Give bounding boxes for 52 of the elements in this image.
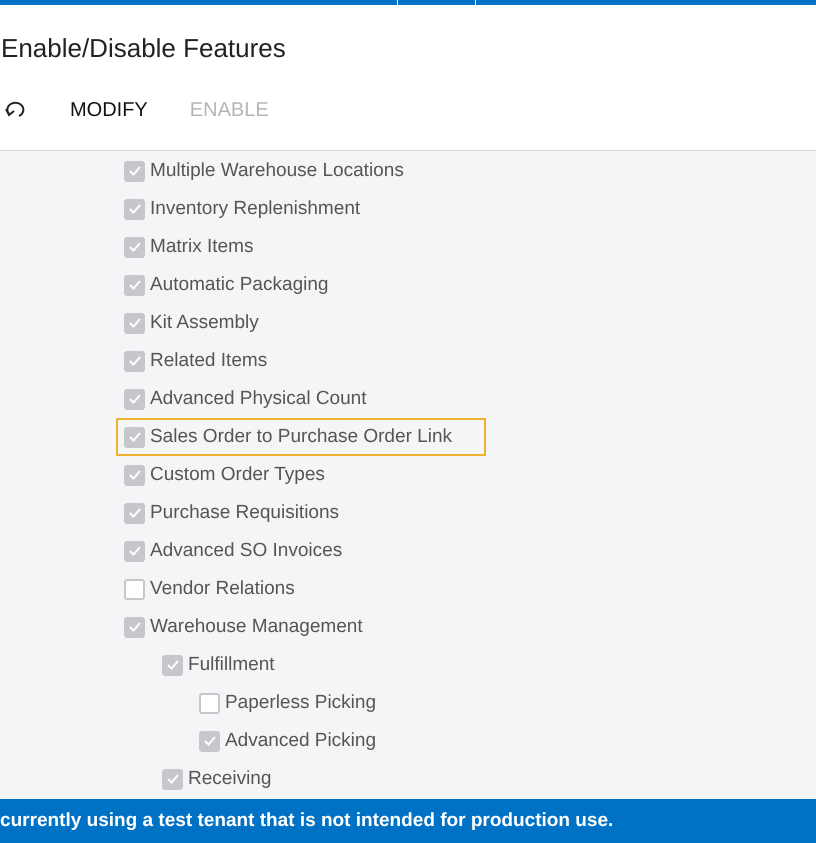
check-icon: [128, 545, 142, 557]
checkbox[interactable]: [124, 274, 145, 296]
checkbox[interactable]: [124, 350, 145, 372]
check-icon: [128, 279, 142, 291]
feature-label: Receiving: [188, 766, 272, 791]
check-icon: [128, 469, 142, 481]
check-icon: [128, 165, 142, 177]
feature-label: Advanced SO Invoices: [150, 538, 342, 563]
check-icon: [202, 735, 216, 747]
feature-label: Related Items: [150, 348, 268, 373]
checkbox[interactable]: [162, 654, 183, 676]
checkbox[interactable]: [124, 464, 145, 486]
checkbox[interactable]: [199, 692, 220, 714]
feature-label: Purchase Requisitions: [150, 500, 340, 525]
check-icon: [128, 203, 142, 215]
check-icon: [128, 317, 142, 329]
feature-label: Matrix Items: [150, 234, 254, 259]
feature-label: Warehouse Management: [150, 614, 363, 639]
feature-label: Kit Assembly: [150, 310, 259, 335]
feature-label: Vendor Relations: [150, 576, 295, 601]
page-title: Enable/Disable Features: [0, 32, 287, 65]
checkbox[interactable]: [124, 388, 145, 410]
feature-label: Advanced Picking: [225, 728, 376, 753]
feature-label: Sales Order to Purchase Order Link: [150, 424, 452, 449]
checkbox[interactable]: [162, 768, 183, 790]
checkbox[interactable]: [124, 426, 145, 448]
checkbox[interactable]: [124, 502, 145, 524]
check-icon: [128, 507, 142, 519]
check-icon: [128, 393, 142, 405]
modify-button[interactable]: MODIFY: [70, 95, 148, 125]
check-icon: [128, 355, 142, 367]
check-icon: [166, 659, 180, 671]
checkbox[interactable]: [124, 160, 145, 182]
checkbox[interactable]: [124, 198, 145, 220]
feature-label: Inventory Replenishment: [150, 196, 360, 221]
checkbox[interactable]: [199, 730, 220, 752]
checkbox[interactable]: [124, 312, 145, 334]
checkbox[interactable]: [124, 236, 145, 258]
feature-label: Multiple Warehouse Locations: [150, 158, 404, 183]
feature-label: Advanced Physical Count: [150, 386, 367, 411]
checkbox[interactable]: [124, 578, 145, 600]
feature-label: Custom Order Types: [150, 462, 325, 487]
checkbox[interactable]: [124, 540, 145, 562]
checkbox[interactable]: [124, 616, 145, 638]
check-icon: [128, 241, 142, 253]
check-icon: [166, 773, 180, 785]
feature-label: Automatic Packaging: [150, 272, 328, 297]
feature-label: Fulfillment: [188, 652, 275, 677]
notification-banner: currently using a test tenant that is not intended for production use.: [0, 799, 816, 843]
check-icon: [128, 621, 142, 633]
feature-label: Paperless Picking: [225, 690, 376, 715]
check-icon: [128, 431, 142, 443]
